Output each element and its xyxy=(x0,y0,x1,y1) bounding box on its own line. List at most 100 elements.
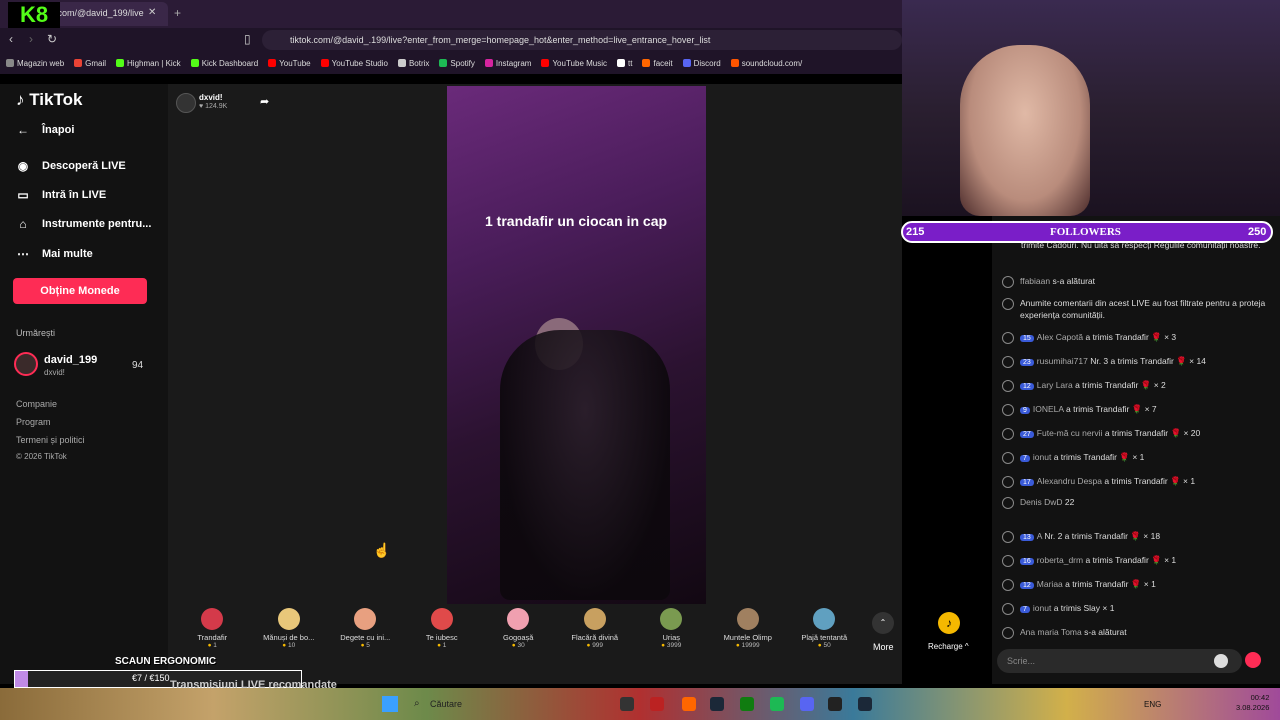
share-icon[interactable]: ➦ xyxy=(260,95,269,108)
gift-price-value: 30 xyxy=(517,642,525,649)
recharge-button[interactable]: Recharge ^ xyxy=(928,642,969,651)
chat-username[interactable]: ionut xyxy=(1033,603,1051,613)
bookmark-item[interactable]: Botrix xyxy=(397,59,429,68)
chat-text: Anumite comentarii din acest LIVE au fos… xyxy=(1020,298,1266,320)
gift-icon xyxy=(354,608,377,630)
gift-item[interactable]: Mănuși de bo... ● 10 xyxy=(251,604,328,660)
coin-icon[interactable]: ♪ xyxy=(938,612,960,634)
footer-link-program[interactable]: Program xyxy=(16,417,51,427)
steam-icon[interactable] xyxy=(710,697,724,711)
sidebar-item-label: Mai multe xyxy=(42,248,93,260)
steam-icon[interactable] xyxy=(858,697,872,711)
gift-item[interactable]: Plajă tentantă ● 50 xyxy=(786,604,863,660)
gift-price-value: 1 xyxy=(442,642,447,649)
following-name[interactable]: david_199 xyxy=(44,354,97,366)
windows-start-icon[interactable] xyxy=(382,696,398,712)
gift-item[interactable]: Gogoașă ● 30 xyxy=(480,604,557,660)
new-tab-icon[interactable]: + xyxy=(174,6,181,20)
chat-username[interactable]: ffabiaan xyxy=(1020,276,1050,286)
bookmark-item[interactable]: faceit xyxy=(642,59,673,68)
gift-item[interactable]: Trandafir ● 1 xyxy=(174,604,251,660)
level-badge: 7 xyxy=(1020,455,1030,462)
chat-message: 15 Alex Capotă a trimis Trandafir 🌹 × 3 xyxy=(1002,331,1272,345)
avatar[interactable] xyxy=(14,352,38,376)
bookmark-icon xyxy=(268,59,277,67)
host-avatar[interactable] xyxy=(176,93,196,113)
sidebar-item-discover-live[interactable]: ◉ Descoperă LIVE xyxy=(14,157,126,175)
language-indicator[interactable]: ENG xyxy=(1144,700,1161,709)
bookmark-item[interactable]: Gmail xyxy=(74,59,106,68)
discord-icon[interactable] xyxy=(800,697,814,711)
footer-link-terms[interactable]: Termeni și politici xyxy=(16,435,85,445)
forward-icon[interactable]: › xyxy=(29,32,33,46)
get-coins-button[interactable]: Obține Monede xyxy=(13,278,147,304)
gift-icon xyxy=(813,608,836,630)
gift-item[interactable]: Te iubesc ● 1 xyxy=(404,604,481,660)
chat-username[interactable]: Mariaa xyxy=(1037,579,1063,589)
clock-time: 00:42 xyxy=(1250,693,1270,702)
chat-message-body: Denis DwD 22 xyxy=(1020,496,1074,509)
bookmark-icon xyxy=(682,59,691,67)
back-link[interactable]: ← Înapoi xyxy=(14,121,74,139)
gift-item[interactable]: Flacără divină ● 999 xyxy=(557,604,634,660)
bookmark-item[interactable]: Highman | Kick xyxy=(116,59,181,68)
more-gifts-button[interactable]: ⌃ xyxy=(872,612,894,634)
gift-price: ● 999 xyxy=(557,642,634,649)
app-icon[interactable] xyxy=(650,697,664,711)
chat-username[interactable]: ionut xyxy=(1033,452,1051,462)
tiktok-logo[interactable]: ♪ TikTok xyxy=(16,90,82,110)
gift-item[interactable]: Degete cu ini... ● 5 xyxy=(327,604,404,660)
clock[interactable]: 00:42 3.08.2026 xyxy=(1236,693,1269,713)
gift-item[interactable]: Muntele Olimp ● 19999 xyxy=(710,604,787,660)
sidebar-item-go-live[interactable]: ▭ Intră în LIVE xyxy=(14,186,106,204)
footer-link-company[interactable]: Companie xyxy=(16,399,57,409)
sidebar-item-tools[interactable]: ⌂ Instrumente pentru... xyxy=(14,215,151,233)
sidebar-item-more[interactable]: ⋯ Mai multe xyxy=(14,245,93,263)
webcam-overlay xyxy=(902,0,1280,216)
bookmark-item[interactable]: YouTube Studio xyxy=(320,59,388,68)
search-icon[interactable]: ⌕ xyxy=(414,698,420,709)
emoji-icon[interactable] xyxy=(1214,654,1228,668)
brave-icon[interactable] xyxy=(682,697,696,711)
taskbar-search[interactable]: Căutare xyxy=(430,699,462,709)
gift-price: ● 1 xyxy=(174,642,251,649)
back-icon[interactable]: ‹ xyxy=(9,32,13,46)
xbox-icon[interactable] xyxy=(740,697,754,711)
close-icon[interactable]: ✕ xyxy=(148,7,156,18)
chat-username[interactable]: Alex Capotă xyxy=(1037,332,1083,342)
gift-item[interactable]: Uriaș ● 3999 xyxy=(633,604,710,660)
bookmark-icon xyxy=(617,59,626,67)
bookmark-item[interactable]: tt xyxy=(617,59,632,68)
app-icon[interactable] xyxy=(620,697,634,711)
bookmark-item[interactable]: Kick Dashboard xyxy=(190,59,258,68)
gift-icon xyxy=(1002,476,1014,488)
capcut-icon[interactable] xyxy=(828,697,842,711)
bookmark-item[interactable]: YouTube xyxy=(268,59,311,68)
chat-username[interactable]: Alexandru Despa xyxy=(1037,476,1102,486)
host-name[interactable]: dxvid! xyxy=(199,93,223,102)
bookmark-item[interactable]: soundcloud.com/ xyxy=(730,59,802,68)
chat-username[interactable]: Denis DwD xyxy=(1020,497,1063,507)
spotify-icon[interactable] xyxy=(770,697,784,711)
chat-username[interactable]: IONELA xyxy=(1033,404,1064,414)
chat-username[interactable]: Lary Lara xyxy=(1037,380,1073,390)
chat-input[interactable]: Scrie... xyxy=(997,649,1242,673)
heart-icon[interactable] xyxy=(1245,652,1261,668)
bookmark-item[interactable]: Instagram xyxy=(484,59,531,68)
bookmark-item[interactable]: Discord xyxy=(682,59,721,68)
bookmark-item[interactable]: YouTube Music xyxy=(541,59,607,68)
bookmark-item[interactable]: Spotify xyxy=(439,59,475,68)
chat-username[interactable]: A xyxy=(1037,531,1042,541)
reload-icon[interactable]: ↻ xyxy=(47,32,57,46)
address-bar[interactable]: tiktok.com/@david_.199/live?enter_from_m… xyxy=(262,30,902,50)
chat-username[interactable]: Fute-mă cu nervii xyxy=(1037,428,1103,438)
chat-username[interactable]: rusumihai717 xyxy=(1037,356,1088,366)
chat-username[interactable]: Ana maria Toma xyxy=(1020,627,1082,637)
level-badge: 12 xyxy=(1020,383,1034,390)
bookmark-icon[interactable]: ▯ xyxy=(244,32,251,46)
bookmark-item[interactable]: Magazin web xyxy=(6,59,64,68)
more-label[interactable]: More xyxy=(873,642,894,652)
chat-username[interactable]: roberta_drm xyxy=(1037,555,1083,565)
chat-message-body: 15 Alex Capotă a trimis Trandafir 🌹 × 3 xyxy=(1020,331,1176,345)
bookmark-icon xyxy=(484,59,493,67)
